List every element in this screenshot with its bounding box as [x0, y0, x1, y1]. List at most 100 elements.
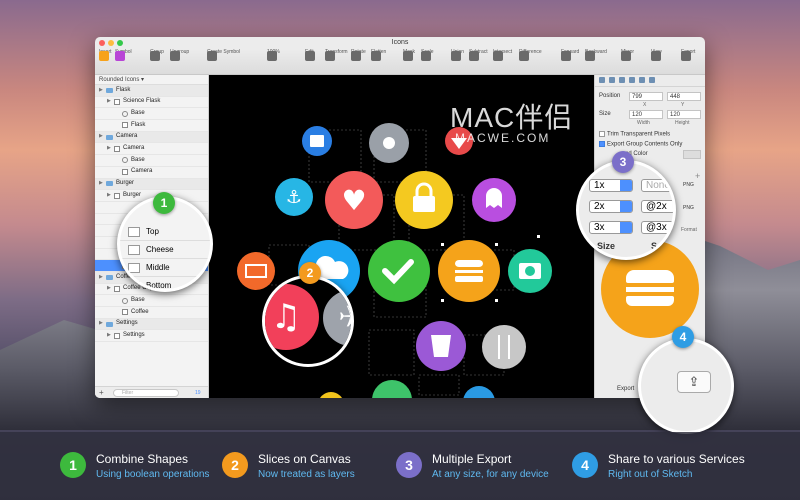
disclosure-icon[interactable]: ▶ — [99, 318, 104, 330]
toolbar-difference-button[interactable]: Difference — [519, 49, 542, 61]
layer-row[interactable]: Camera — [95, 167, 208, 179]
toolbar-edit-button[interactable]: Edit — [305, 49, 315, 61]
export-button[interactable]: Export — [617, 386, 634, 392]
export-suffix-field[interactable]: @3x — [641, 221, 673, 234]
layer-row[interactable]: ▶ Settings — [95, 318, 208, 331]
toolbar-mirror-button[interactable]: Mirror — [621, 49, 634, 61]
zoom-layer-row[interactable]: Cheese — [120, 241, 210, 259]
disclosure-icon[interactable]: ▶ — [107, 190, 112, 202]
disclosure-icon[interactable]: ▶ — [107, 330, 112, 342]
export-scale-select[interactable]: 2x — [589, 200, 633, 213]
align-center-icon[interactable] — [609, 77, 615, 83]
toolbar-insert-button[interactable]: Insert — [99, 49, 112, 61]
disclosure-icon[interactable]: ▶ — [107, 96, 112, 108]
zoom-layer-row[interactable]: Top — [120, 223, 210, 241]
feature-subtitle: Right out of Sketch — [608, 469, 693, 480]
minimize-button[interactable] — [108, 40, 114, 46]
align-left-icon[interactable] — [599, 77, 605, 83]
toolbar-subtract-button[interactable]: Subtract — [469, 49, 488, 61]
trim-checkbox[interactable] — [599, 131, 605, 137]
export-scale-select[interactable]: 3x — [589, 221, 633, 234]
height-field[interactable]: 120 — [667, 110, 701, 119]
zoom-button[interactable] — [117, 40, 123, 46]
layer-row[interactable]: ▶ Science Flask — [95, 97, 208, 109]
zoom-layer-label: Cheese — [146, 244, 174, 254]
toolbar-forward-button[interactable]: Forward — [561, 49, 579, 61]
trim-label: Trim Transparent Pixels — [607, 131, 671, 138]
toolbar-100--button[interactable]: 100% — [267, 49, 280, 61]
callout-badge-3: 3 — [612, 151, 634, 173]
shape-icon — [114, 332, 120, 339]
align-top-icon[interactable] — [629, 77, 635, 83]
export-group-checkbox[interactable] — [599, 141, 605, 147]
toolbar-flatten-button[interactable]: Flatten — [371, 49, 386, 61]
export-suffix-field[interactable]: None — [641, 179, 673, 192]
layer-label: Base — [131, 296, 145, 303]
toolbar-intersect-button[interactable]: Intersect — [493, 49, 512, 61]
disclosure-icon[interactable]: ▶ — [99, 131, 104, 143]
toolbar-union-button[interactable]: Union — [451, 49, 464, 61]
folder-icon — [106, 134, 113, 140]
page-name: Rounded Icons — [99, 77, 140, 83]
disclosure-icon[interactable]: ▶ — [99, 85, 104, 97]
disclosure-icon[interactable]: ▶ — [99, 178, 104, 190]
layer-row[interactable]: Flask — [95, 120, 208, 132]
disclosure-icon[interactable]: ▶ — [99, 272, 104, 284]
layer-row[interactable]: ▶ Settings — [95, 330, 208, 343]
toolbar-17-icon — [585, 51, 595, 61]
toolbar-transform-button[interactable]: Transform — [325, 49, 348, 61]
layer-row[interactable]: ▶ Flask — [95, 85, 208, 97]
toolbar-group-button[interactable]: Group — [150, 49, 164, 61]
toolbar-mask-button[interactable]: Mask — [403, 49, 415, 61]
music-icon: ♫ — [265, 284, 319, 350]
add-export-icon[interactable]: + — [695, 171, 700, 181]
sidebar-footer: + Filter 19 — [95, 386, 208, 398]
toolbar-ungroup-button[interactable]: Ungroup — [170, 49, 189, 61]
align-middle-icon[interactable] — [639, 77, 645, 83]
toolbar-view-button[interactable]: View — [651, 49, 662, 61]
background-color-well[interactable] — [683, 150, 701, 159]
filter-input[interactable]: Filter — [113, 389, 179, 397]
share-button[interactable]: ⇪ — [677, 371, 711, 393]
export-group-option[interactable]: Export Group Contents Only — [599, 141, 682, 148]
disclosure-icon[interactable]: ▶ — [107, 283, 112, 295]
toolbar-scale-button[interactable]: Scale — [421, 49, 434, 61]
layer-row[interactable]: ▶ Camera — [95, 143, 208, 156]
align-bottom-icon[interactable] — [649, 77, 655, 83]
export-scale-select[interactable]: 1x — [589, 179, 633, 192]
layer-row[interactable]: Base — [95, 108, 208, 121]
toolbar-8-icon — [351, 51, 361, 61]
y-field[interactable]: 448 — [667, 92, 701, 101]
x-field[interactable]: 799 — [629, 92, 663, 101]
page-selector[interactable]: Rounded Icons ▾ — [95, 75, 208, 85]
layer-row[interactable]: ▶ Camera — [95, 131, 208, 144]
layer-row[interactable]: ▶ Burger — [95, 178, 208, 191]
toolbar-symbol-button[interactable]: Symbol — [115, 49, 132, 61]
shape-icon — [114, 99, 120, 106]
trim-option[interactable]: Trim Transparent Pixels — [599, 131, 670, 138]
toolbar-rotate-button[interactable]: Rotate — [351, 49, 366, 61]
zoom-layer-row[interactable]: Middle — [120, 259, 210, 277]
zoom-export-magnifier: 1x None 2x @2x 3x @3x Size S — [576, 160, 676, 260]
layer-row[interactable]: Base — [95, 155, 208, 167]
folder-icon — [106, 321, 113, 327]
layer-row[interactable]: Base — [95, 295, 208, 308]
toolbar-export-button[interactable]: Export — [681, 49, 695, 61]
disclosure-icon[interactable]: ▶ — [107, 143, 112, 155]
feature-subtitle: Using boolean operations — [96, 469, 210, 480]
layer-label: Settings — [123, 331, 145, 338]
add-icon[interactable]: + — [99, 388, 104, 397]
toolbar-7-icon — [325, 51, 335, 61]
toolbar-backward-button[interactable]: Backward — [585, 49, 607, 61]
shape-icon — [122, 122, 128, 129]
align-right-icon[interactable] — [619, 77, 625, 83]
layer-row[interactable]: Coffee — [95, 307, 208, 319]
close-button[interactable] — [99, 40, 105, 46]
toolbar-create-symbol-button[interactable]: Create Symbol — [207, 49, 240, 61]
oval-icon — [122, 110, 128, 117]
layer-label: Coffee — [131, 308, 149, 315]
export-suffix-field[interactable]: @2x — [641, 200, 673, 213]
width-field[interactable]: 120 — [629, 110, 663, 119]
layer-label: Burger — [123, 191, 142, 198]
sun-icon — [320, 392, 342, 398]
